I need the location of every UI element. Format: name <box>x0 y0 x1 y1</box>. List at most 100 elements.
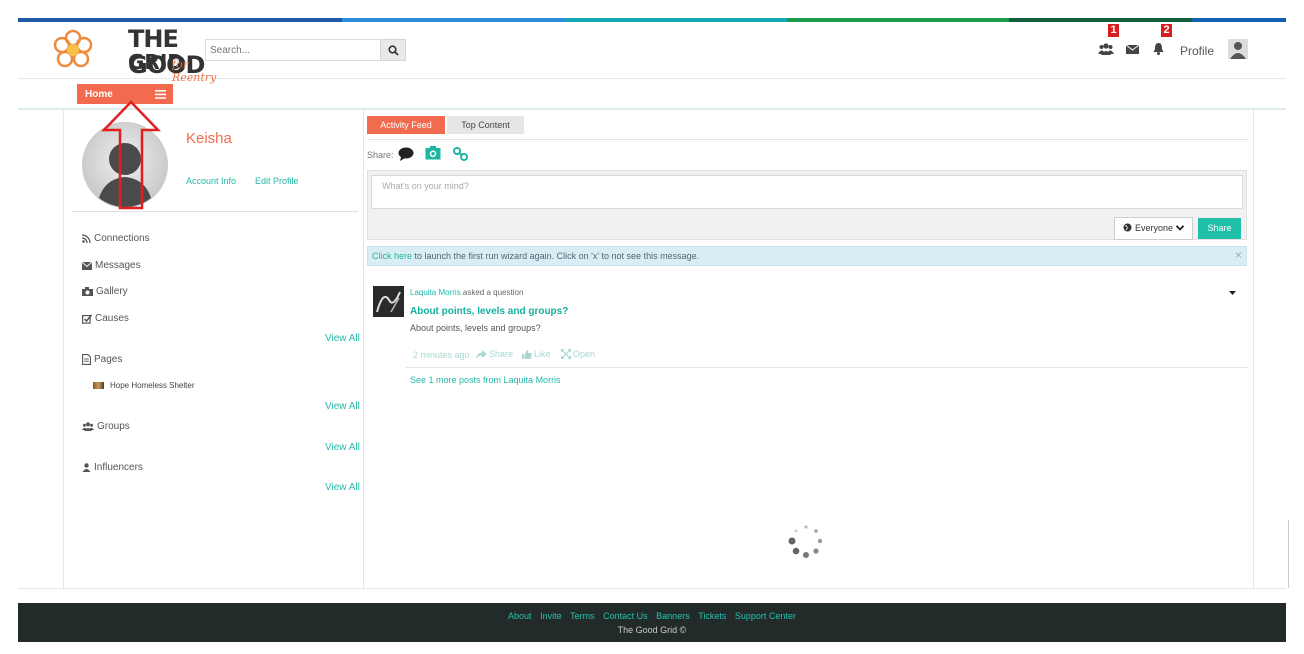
post-author-link[interactable]: Laquita Morris <box>410 288 461 297</box>
sidebar-label-pages: Pages <box>94 354 123 365</box>
page-item-hope-homeless-shelter[interactable]: Hope Homeless Shelter <box>93 381 194 390</box>
sidebar-item-groups[interactable]: Groups <box>82 421 130 432</box>
more-posts-link[interactable]: See 1 more posts from Laquita Morris <box>410 375 561 385</box>
content-bottom-border <box>18 588 1286 589</box>
sidebar-label-causes: Causes <box>95 313 129 324</box>
post-open-action[interactable]: Open <box>561 349 595 359</box>
checkbox-icon <box>82 314 92 324</box>
profile-link[interactable]: Profile <box>1180 44 1214 58</box>
footer-link-banners[interactable]: Banners <box>656 611 690 621</box>
sidebar-item-connections[interactable]: Connections <box>82 233 150 244</box>
share-label: Share: <box>367 150 394 160</box>
sidebar-label-groups: Groups <box>97 421 130 432</box>
chevron-down-icon <box>1175 225 1184 231</box>
post-like-label: Like <box>534 349 551 359</box>
footer-link-contact-us[interactable]: Contact Us <box>603 611 648 621</box>
footer: About Invite Terms Contact Us Banners Ti… <box>18 603 1286 642</box>
sidebar-item-causes[interactable]: Causes <box>82 313 129 324</box>
post-title[interactable]: About points, levels and groups? <box>410 306 568 317</box>
user-name[interactable]: Keisha <box>186 130 232 147</box>
right-border <box>1253 110 1254 588</box>
post-timestamp[interactable]: 2 minutes ago <box>413 350 470 360</box>
sidebar-label-influencers: Influencers <box>94 462 143 473</box>
search-button[interactable] <box>380 39 406 61</box>
share-button[interactable]: Share <box>1198 218 1241 239</box>
sidebar-label-connections: Connections <box>94 233 150 244</box>
influencers-view-all-link[interactable]: View All <box>325 482 360 493</box>
user-icon <box>82 463 91 472</box>
messages-nav-button[interactable] <box>1125 42 1142 58</box>
edit-profile-link[interactable]: Edit Profile <box>255 176 299 186</box>
post-divider <box>406 367 1248 368</box>
share-link-button[interactable] <box>453 147 468 166</box>
share-photo-button[interactable] <box>425 146 441 165</box>
post-options-caret-icon[interactable] <box>1229 291 1236 295</box>
share-status-button[interactable] <box>398 147 414 166</box>
nav-bar <box>18 78 1286 110</box>
share-arrow-icon <box>476 349 487 359</box>
users-icon <box>82 422 94 431</box>
alert-text: to launch the first run wizard again. Cl… <box>412 251 700 261</box>
footer-link-terms[interactable]: Terms <box>570 611 595 621</box>
camera-icon <box>82 287 93 296</box>
notifications-badge: 2 <box>1161 24 1172 37</box>
post-share-action[interactable]: Share <box>476 349 513 359</box>
page-thumbnail <box>93 382 104 389</box>
first-run-wizard-link[interactable]: Click here <box>372 251 412 261</box>
sidebar-item-influencers[interactable]: Influencers <box>82 462 143 473</box>
post-open-label: Open <box>573 349 596 359</box>
footer-links: About Invite Terms Contact Us Banners Ti… <box>18 611 1286 621</box>
post-header: Laquita Morris asked a question <box>410 288 523 297</box>
post-body: About points, levels and groups? <box>410 323 541 333</box>
document-icon <box>82 354 91 365</box>
audience-select-value: Everyone <box>1134 223 1174 233</box>
causes-view-all-link[interactable]: View All <box>325 333 360 344</box>
audience-select[interactable]: Everyone <box>1114 217 1193 240</box>
rss-icon <box>82 234 91 243</box>
speech-bubble-icon <box>398 147 414 161</box>
logo[interactable]: THE GOOD GRID for Reentry <box>50 26 216 84</box>
sidebar-item-pages[interactable]: Pages <box>82 354 122 365</box>
account-info-link[interactable]: Account Info <box>186 176 236 186</box>
link-icon <box>453 147 468 161</box>
search-icon <box>388 45 399 56</box>
sidebar-border <box>363 110 364 588</box>
sidebar-label-messages: Messages <box>95 260 141 271</box>
footer-link-support-center[interactable]: Support Center <box>735 611 796 621</box>
author-photo <box>373 286 404 317</box>
connections-badge: 1 <box>1108 24 1119 37</box>
sidebar-item-gallery[interactable]: Gallery <box>82 286 128 297</box>
post-share-label: Share <box>489 349 514 359</box>
tab-activity-feed[interactable]: Activity Feed <box>367 116 445 134</box>
envelope-icon <box>82 261 92 270</box>
scrollbar-edge[interactable] <box>1288 520 1289 588</box>
sidebar-label-gallery: Gallery <box>96 286 128 297</box>
post-like-action[interactable]: Like <box>522 349 551 359</box>
first-run-alert: Click here to launch the first run wizar… <box>367 246 1247 266</box>
sidebar-divider <box>72 211 358 212</box>
page-item-label: Hope Homeless Shelter <box>110 381 195 390</box>
connections-nav-button[interactable] <box>1098 42 1114 58</box>
tab-top-content[interactable]: Top Content <box>447 116 524 134</box>
status-textarea[interactable]: What's on your mind? <box>371 175 1243 209</box>
left-border <box>63 110 64 588</box>
header-avatar[interactable] <box>1228 39 1248 59</box>
loading-spinner-icon <box>788 525 823 558</box>
user-avatar-icon <box>1230 42 1246 59</box>
sidebar-item-messages[interactable]: Messages <box>82 260 141 271</box>
footer-link-about[interactable]: About <box>508 611 532 621</box>
camera-icon <box>425 146 441 160</box>
pages-view-all-link[interactable]: View All <box>325 401 360 412</box>
notifications-nav-button[interactable] <box>1152 42 1168 58</box>
expand-icon <box>561 349 571 359</box>
footer-link-tickets[interactable]: Tickets <box>698 611 726 621</box>
bell-icon <box>1153 43 1164 55</box>
footer-link-invite[interactable]: Invite <box>540 611 562 621</box>
thumbs-up-icon <box>522 349 532 359</box>
header: THE GOOD GRID for Reentry 1 <box>18 22 1286 84</box>
search-input[interactable] <box>205 39 380 61</box>
post-author-avatar[interactable] <box>373 286 404 317</box>
groups-view-all-link[interactable]: View All <box>325 442 360 453</box>
annotation-arrow-icon <box>101 100 161 210</box>
alert-close-button[interactable]: × <box>1235 249 1242 261</box>
